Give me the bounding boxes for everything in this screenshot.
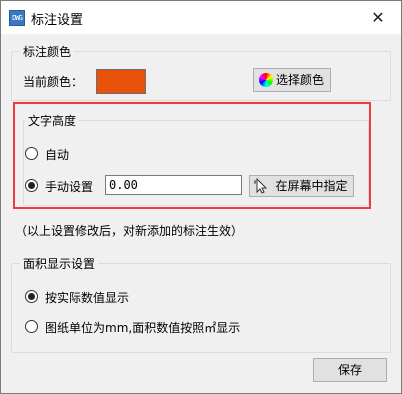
dialog-window: DWG 标注设置 ✕ 标注颜色 当前颜色： 选择颜色 文字高度 自动 手动设置 … — [0, 0, 402, 394]
cursor-icon — [254, 178, 268, 194]
manual-radio[interactable] — [25, 179, 38, 192]
manual-label: 手动设置 — [45, 180, 94, 194]
current-color-swatch — [96, 69, 146, 94]
choose-color-label: 选择颜色 — [275, 73, 324, 87]
pick-on-screen-button[interactable]: 在屏幕中指定 — [249, 175, 354, 197]
height-input[interactable] — [105, 175, 242, 195]
square-meter-label: 图纸单位为mm,面积数值按照㎡显示 — [45, 321, 241, 335]
app-icon: DWG — [9, 10, 25, 26]
current-color-label: 当前颜色： — [23, 75, 84, 89]
actual-value-label: 按实际数值显示 — [45, 291, 130, 305]
auto-radio[interactable] — [25, 147, 38, 160]
title-bar: DWG 标注设置 ✕ — [1, 1, 401, 34]
color-wheel-icon — [259, 73, 273, 87]
square-meter-radio[interactable] — [25, 320, 38, 333]
area-display-legend: 面积显示设置 — [20, 255, 99, 272]
close-button[interactable]: ✕ — [355, 1, 401, 34]
choose-color-button[interactable]: 选择颜色 — [253, 68, 331, 92]
pick-on-screen-label: 在屏幕中指定 — [275, 179, 348, 193]
window-title: 标注设置 — [31, 13, 84, 28]
area-display-group: 面积显示设置 — [11, 255, 391, 353]
save-button[interactable]: 保存 — [313, 358, 387, 382]
settings-note: （以上设置修改后，对新添加的标注生效） — [15, 224, 244, 238]
color-group-legend: 标注颜色 — [20, 43, 75, 60]
auto-label: 自动 — [45, 148, 70, 162]
actual-value-radio[interactable] — [25, 290, 38, 303]
